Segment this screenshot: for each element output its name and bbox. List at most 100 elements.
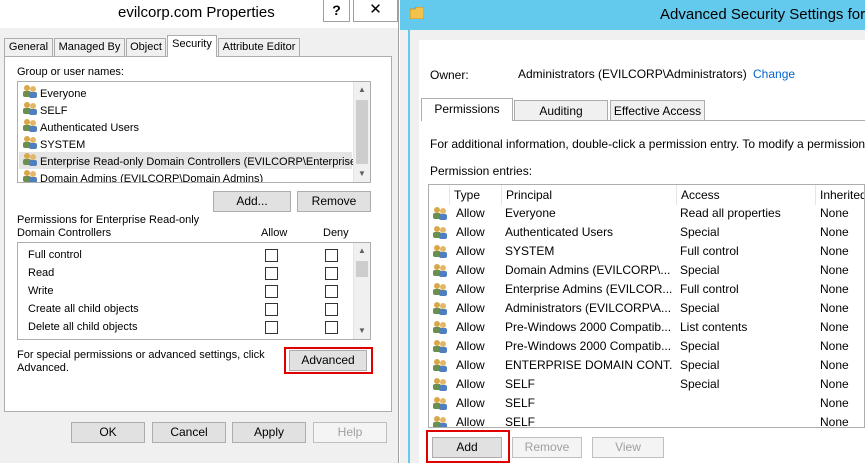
cancel-button[interactable]: Cancel <box>152 422 226 443</box>
entry-principal: SYSTEM <box>505 244 555 258</box>
allow-checkbox[interactable] <box>265 249 278 262</box>
help-button[interactable]: Help <box>313 422 387 443</box>
deny-checkbox[interactable] <box>325 285 338 298</box>
deny-checkbox[interactable] <box>325 321 338 334</box>
entry-type: Allow <box>456 301 485 315</box>
user-list-item[interactable]: Authenticated Users <box>22 118 139 135</box>
entry-principal: Enterprise Admins (EVILCOR... <box>505 282 673 296</box>
permissions-scrollbar[interactable]: ▲ ▼ <box>353 243 370 339</box>
remove-entry-button[interactable]: Remove <box>512 437 582 458</box>
user-list-item[interactable]: SELF <box>22 101 68 118</box>
entry-type: Allow <box>456 225 485 239</box>
deny-checkbox[interactable] <box>325 249 338 262</box>
allow-checkbox[interactable] <box>265 321 278 334</box>
permission-entry-row[interactable]: Allow Enterprise Admins (EVILCOR... Full c… <box>429 280 864 299</box>
user-list-item-label: SYSTEM <box>40 138 86 151</box>
entry-access: Full control <box>680 244 739 258</box>
deny-checkbox[interactable] <box>325 303 338 316</box>
allow-checkbox[interactable] <box>265 303 278 316</box>
close-title-button[interactable]: ✕ <box>353 0 398 22</box>
grid-header-principal[interactable]: Principal <box>502 185 677 205</box>
tab-security[interactable]: Security <box>167 35 217 57</box>
help-title-button[interactable]: ? <box>323 0 350 22</box>
entry-type: Allow <box>456 282 485 296</box>
tab-auditing[interactable]: Auditing <box>514 100 608 121</box>
permission-entry-row[interactable]: Allow SELF Special None <box>429 375 864 394</box>
entry-principal: Pre-Windows 2000 Compatib... <box>505 320 672 334</box>
scroll-up-arrow-icon[interactable]: ▲ <box>354 82 370 98</box>
user-list-item[interactable]: SYSTEM <box>22 135 85 152</box>
scroll-thumb[interactable] <box>356 100 368 164</box>
permissions-label-line2: Domain Controllers <box>17 227 112 239</box>
apply-button[interactable]: Apply <box>232 422 306 443</box>
scroll-down-arrow-icon[interactable]: ▼ <box>354 323 370 339</box>
entry-inherited: None <box>820 415 849 428</box>
entry-access: Special <box>680 339 720 353</box>
permission-entry-row[interactable]: Allow SYSTEM Full control None <box>429 242 864 261</box>
entry-type: Allow <box>456 320 485 334</box>
entry-principal: Administrators (EVILCORP\A... <box>505 301 672 315</box>
deny-checkbox[interactable] <box>325 267 338 280</box>
entry-access: Special <box>680 225 720 239</box>
permission-entry-row[interactable]: Allow SELF None <box>429 394 864 413</box>
scroll-thumb[interactable] <box>356 261 368 277</box>
user-list-item[interactable]: Domain Admins (EVILCORP\Domain Admins) <box>22 169 264 183</box>
entry-inherited: None <box>820 320 849 334</box>
allow-checkbox[interactable] <box>265 267 278 280</box>
entry-type: Allow <box>456 206 485 220</box>
permission-entry-row[interactable]: Allow Domain Admins (EVILCORP\... Special N… <box>429 261 864 280</box>
advanced-security-title: Advanced Security Settings for <box>660 6 865 23</box>
entry-type: Allow <box>456 396 485 410</box>
properties-dialog: evilcorp.com Properties ? ✕ General Mana… <box>0 0 399 463</box>
owner-label: Owner: <box>430 68 469 82</box>
entry-inherited: None <box>820 339 849 353</box>
scroll-up-arrow-icon[interactable]: ▲ <box>354 243 370 259</box>
remove-user-button[interactable]: Remove <box>297 191 371 212</box>
entry-access: Full control <box>680 282 739 296</box>
view-entry-button[interactable]: View <box>592 437 664 458</box>
entry-inherited: None <box>820 377 849 391</box>
permission-entry-row[interactable]: Allow ENTERPRISE DOMAIN CONT... Special Non… <box>429 356 864 375</box>
tab-attribute-editor[interactable]: Attribute Editor <box>218 38 300 57</box>
permission-entry-row[interactable]: Allow Pre-Windows 2000 Compatib... Special… <box>429 337 864 356</box>
entry-access: Special <box>680 301 720 315</box>
scroll-down-arrow-icon[interactable]: ▼ <box>354 166 370 182</box>
add-user-button[interactable]: Add... <box>213 191 291 212</box>
permission-entry-row[interactable]: Allow SELF None <box>429 413 864 428</box>
user-list-item[interactable]: Enterprise Read-only Domain Controllers … <box>19 152 365 169</box>
user-list-item-label: Everyone <box>40 87 87 100</box>
grid-header-inherited[interactable]: Inherited <box>816 185 864 205</box>
special-permissions-text-line2: Advanced. <box>17 362 69 374</box>
change-owner-link[interactable]: Change <box>753 67 795 81</box>
owner-value: Administrators (EVILCORP\Administrators) <box>518 67 747 81</box>
entry-principal: ENTERPRISE DOMAIN CONT... <box>505 358 673 372</box>
users-scrollbar[interactable]: ▲ ▼ <box>353 82 370 182</box>
permission-entry-row[interactable]: Allow Administrators (EVILCORP\A... Specia… <box>429 299 864 318</box>
user-list-item-label: Enterprise Read-only Domain Controllers … <box>40 155 366 168</box>
group-label: Group or user names: <box>17 66 124 78</box>
ok-button[interactable]: OK <box>71 422 145 443</box>
entry-inherited: None <box>820 301 849 315</box>
user-list-item-label: Domain Admins (EVILCORP\Domain Admins) <box>40 172 264 183</box>
permission-entry-row[interactable]: Allow Everyone Read all properties None <box>429 204 864 223</box>
entry-principal: SELF <box>505 415 536 428</box>
permission-entry-row[interactable]: Allow Authenticated Users Special None <box>429 223 864 242</box>
entry-access: Special <box>680 358 720 372</box>
tab-object[interactable]: Object <box>126 38 166 57</box>
grid-header-type[interactable]: Type <box>450 185 502 205</box>
tab-effective-access[interactable]: Effective Access <box>610 100 705 121</box>
permission-item: Read <box>28 267 55 279</box>
group-user-list[interactable]: Everyone SELF Authenticated Users SYSTEM Ent… <box>17 81 371 183</box>
grid-header-access[interactable]: Access <box>677 185 816 205</box>
user-list-item[interactable]: Everyone <box>22 84 86 101</box>
permission-entries-grid[interactable]: Type Principal Access Inherited Allow Eve… <box>428 184 865 428</box>
allow-checkbox[interactable] <box>265 285 278 298</box>
entry-inherited: None <box>820 225 849 239</box>
permission-entry-row[interactable]: Allow Pre-Windows 2000 Compatib... List co… <box>429 318 864 337</box>
grid-icon-column-header <box>429 185 450 205</box>
tab-permissions[interactable]: Permissions <box>421 98 513 121</box>
tab-managed-by[interactable]: Managed By <box>54 38 125 57</box>
user-group-icon <box>22 169 38 182</box>
permission-item: Write <box>28 285 54 297</box>
tab-general[interactable]: General <box>4 38 53 57</box>
